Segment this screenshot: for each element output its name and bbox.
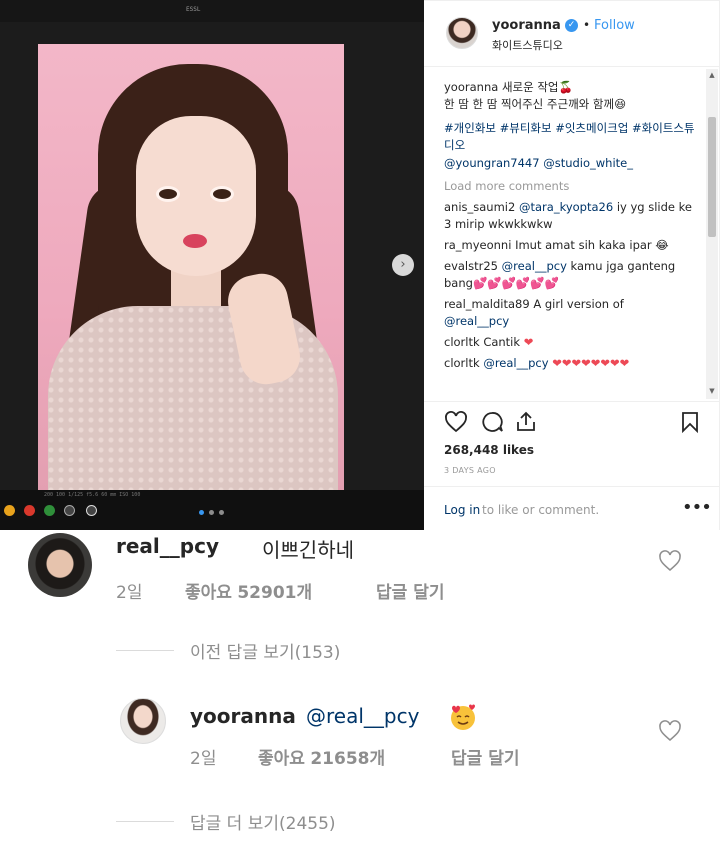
smiling-hearts-emoji-icon	[451, 704, 475, 730]
reply-button[interactable]: 답글 달기	[451, 744, 519, 769]
location-link[interactable]: 화이트스튜디오	[492, 37, 563, 53]
comments-scrollbar[interactable]: ▲ ▼	[706, 69, 718, 399]
post-side-panel: yooranna ✓ • Follow 화이트스튜디오 yooranna 새로운…	[424, 0, 720, 530]
more-options-icon[interactable]: •••	[682, 497, 712, 518]
comment-text: Imut amat sih kaka ipar 😂	[515, 238, 669, 252]
view-previous-replies[interactable]: 이전 답글 보기(153)	[190, 638, 340, 663]
scroll-thumb[interactable]	[708, 117, 716, 237]
reply-like-heart-icon[interactable]	[657, 719, 683, 743]
like-count[interactable]: 268,448 likes	[444, 443, 534, 457]
scroll-up-arrow-icon[interactable]: ▲	[706, 69, 718, 81]
verified-badge-icon: ✓	[565, 19, 578, 32]
follow-button[interactable]: Follow	[594, 18, 635, 33]
view-more-replies[interactable]: 답글 더 보기(2455)	[190, 809, 336, 834]
reply-mention[interactable]: @real__pcy	[306, 704, 419, 728]
info-app-icon-2	[86, 505, 97, 516]
comment: clorltk @real__pcy ❤❤❤❤❤❤❤❤	[444, 355, 702, 372]
login-row: Log in to like or comment. •••	[424, 486, 720, 532]
carousel-dot-active	[199, 510, 204, 515]
comment-mention[interactable]: @real__pcy	[483, 356, 548, 370]
likes-unit: 개	[296, 583, 313, 603]
comment-like-heart-icon[interactable]	[657, 549, 683, 573]
reply-thread: real__pcy 이쁘긴하네 2일 좋아요 52901개 답글 달기 이전 답…	[0, 530, 720, 841]
post-header: yooranna ✓ • Follow 화이트스튜디오	[424, 1, 720, 67]
share-icon[interactable]	[514, 410, 538, 434]
carousel-dots	[199, 510, 224, 515]
comment-mention[interactable]: @real__pcy	[502, 259, 567, 273]
comment-user[interactable]: clorltk	[444, 335, 480, 349]
comment-text: Cantik	[483, 335, 521, 349]
comment: real_maldita89 A girl version of @real__…	[444, 296, 702, 330]
heart-emoji-icon: ❤	[523, 335, 534, 349]
like-heart-icon[interactable]	[444, 410, 468, 434]
caption-line2: 한 땀 한 땀 찍어주신 주근깨와 함께	[444, 97, 615, 111]
caption-mentions[interactable]: @youngran7447 @studio_white_	[444, 155, 702, 172]
comment-mention[interactable]: @real__pcy	[444, 314, 509, 328]
scroll-down-arrow-icon[interactable]: ▼	[706, 385, 718, 397]
portrait-image	[38, 44, 344, 492]
comment-bubble-icon[interactable]	[480, 410, 504, 434]
post-timestamp: 3 DAYS AGO	[444, 466, 496, 475]
likes-label: 좋아요	[185, 583, 232, 603]
caption-line1: 새로운 작업	[501, 80, 559, 94]
comment-text: A girl version of	[533, 297, 624, 311]
comment: anis_saumi2 @tara_kyopta26 iy yg slide k…	[444, 199, 702, 233]
login-prompt: to like or comment.	[482, 503, 600, 517]
reply-button[interactable]: 답글 달기	[376, 578, 444, 603]
likes-count: 21658	[310, 749, 370, 769]
comment-user[interactable]: ra_myeonni	[444, 238, 511, 252]
screen-caption: 200 100 1/125 f5.6 60 mm ISO 100	[44, 492, 141, 498]
info-app-icon	[64, 505, 75, 516]
comment-time: 2일	[116, 583, 143, 603]
comment-text: 이쁘긴하네	[262, 538, 354, 562]
post-actions: 268,448 likes 3 DAYS AGO Log in to like …	[424, 401, 720, 531]
face	[136, 116, 256, 276]
monitor-dock: 200 100 1/125 f5.6 60 mm ISO 100	[0, 490, 424, 530]
hearts-emoji-icon: ❤❤❤❤❤❤❤❤	[552, 356, 630, 370]
comment-likes[interactable]: 좋아요 52901개	[185, 578, 312, 603]
caption: yooranna 새로운 작업🍒 한 땀 한 땀 찍어주신 주근깨와 함께😆	[444, 79, 702, 113]
reply-time: 2일	[190, 749, 217, 769]
comment: evalstr25 @real__pcy kamu jga ganteng ba…	[444, 258, 702, 292]
likes-count: 52901	[237, 583, 297, 603]
likes-label: 좋아요	[258, 749, 305, 769]
grin-emoji-icon: 😆	[614, 97, 627, 111]
finder-icon	[4, 505, 15, 516]
comment-user[interactable]: clorltk	[444, 356, 480, 370]
comment: ra_myeonni Imut amat sih kaka ipar 😂	[444, 237, 702, 254]
avatar[interactable]	[28, 533, 92, 597]
cherry-emoji-icon: 🍒	[558, 80, 573, 94]
monitor-top-bar: ESSL	[0, 0, 424, 22]
load-more-comments[interactable]: Load more comments	[444, 178, 702, 195]
carousel-dot	[209, 510, 214, 515]
carousel-dot	[219, 510, 224, 515]
comment-mention[interactable]: @tara_kyopta26	[519, 200, 613, 214]
likes-unit: 개	[369, 749, 386, 769]
music-app-icon	[44, 505, 55, 516]
carousel-next-button[interactable]: ›	[392, 254, 414, 276]
photo-app-icon	[24, 505, 35, 516]
divider	[116, 650, 174, 651]
header-username[interactable]: yooranna	[492, 18, 561, 33]
bookmark-icon[interactable]	[678, 410, 702, 434]
login-link[interactable]: Log in	[444, 503, 480, 517]
avatar[interactable]	[120, 698, 166, 744]
post-photo[interactable]: ESSL 200 100 1/125 f5.6 60 mm ISO 100 ›	[0, 0, 424, 530]
comment-user[interactable]: evalstr25	[444, 259, 498, 273]
caption-user[interactable]: yooranna	[444, 80, 498, 94]
hearts-emoji-icon: 💕💕💕💕💕💕	[472, 276, 559, 290]
separator: •	[583, 18, 591, 32]
comment-user[interactable]: real_maldita89	[444, 297, 530, 311]
comment-user[interactable]: anis_saumi2	[444, 200, 515, 214]
reply-likes[interactable]: 좋아요 21658개	[258, 744, 385, 769]
avatar[interactable]	[446, 17, 478, 49]
comment-username[interactable]: real__pcy	[116, 534, 219, 558]
comment: clorltk Cantik ❤	[444, 334, 702, 351]
reply-username[interactable]: yooranna	[190, 704, 296, 728]
caption-hashtags[interactable]: #개인화보 #뷰티화보 #잇츠메이크업 #화이트스튜디오	[444, 120, 702, 154]
divider	[116, 821, 174, 822]
comments-list: yooranna 새로운 작업🍒 한 땀 한 땀 찍어주신 주근깨와 함께😆 #…	[444, 79, 702, 399]
